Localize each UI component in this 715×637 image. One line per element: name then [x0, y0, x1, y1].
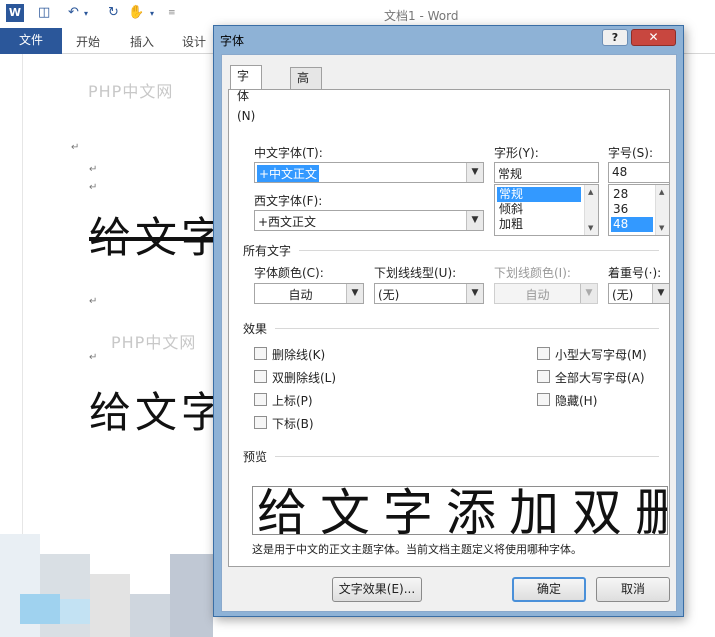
preview-description: 这是用于中文的正文主题字体。当前文档主题定义将使用哪种字体。	[252, 543, 582, 556]
quick-access-toolbar: W ◫ ↶ ▾ ↻ ✋ ▾ ≡ 文档1 - Word	[0, 0, 715, 28]
list-item[interactable]: 常规	[497, 187, 581, 202]
blurred-region	[170, 554, 213, 637]
tab-insert[interactable]: 插入	[130, 33, 154, 50]
cancel-button[interactable]: 取消	[596, 577, 670, 602]
emphasis-mark-label: 着重号(·):	[608, 266, 662, 280]
western-font-value: +西文正文	[258, 215, 317, 229]
underline-color-value: 自动	[525, 288, 550, 302]
paragraph-mark: ↵	[89, 164, 98, 175]
emphasis-mark-value: (无)	[612, 288, 634, 302]
help-button[interactable]: ?	[602, 29, 628, 46]
ok-button[interactable]: 确定	[512, 577, 586, 602]
tab-font[interactable]: 字体(N)	[230, 65, 263, 123]
touch-mode-icon[interactable]: ✋	[128, 5, 144, 20]
paragraph-mark: ↵	[89, 296, 98, 307]
touch-dropdown-icon[interactable]: ▾	[150, 9, 154, 18]
undo-icon[interactable]: ↶	[68, 5, 79, 20]
font-size-label: 字号(S):	[608, 146, 654, 160]
font-style-label: 字形(Y):	[494, 146, 539, 160]
western-font-select[interactable]: +西文正文 ▼	[254, 210, 484, 231]
western-font-label: 西文字体(F):	[254, 194, 323, 208]
paragraph-mark: ↵	[71, 142, 80, 153]
font-dialog: 字体 ? ✕ 字体(N) 高级(V) 中文字体(T): +中文正文 ▼ 字形(Y…	[213, 25, 684, 617]
scroll-up-icon: ▲	[588, 188, 594, 196]
list-item[interactable]: 加粗	[497, 217, 525, 232]
font-size-input[interactable]: 48	[608, 162, 670, 183]
save-icon[interactable]: ◫	[38, 5, 50, 20]
chinese-font-label: 中文字体(T):	[254, 146, 323, 160]
dialog-body: 字体(N) 高级(V) 中文字体(T): +中文正文 ▼ 字形(Y): 常规 常…	[221, 54, 677, 612]
font-style-list[interactable]: 常规 倾斜 加粗 ▲ ▼	[494, 184, 599, 236]
list-item[interactable]: 倾斜	[497, 202, 525, 217]
tab-home[interactable]: 开始	[76, 33, 100, 50]
font-color-value: 自动	[288, 288, 313, 302]
blurred-region	[90, 574, 130, 637]
redo-icon[interactable]: ↻	[108, 5, 119, 20]
blurred-region	[130, 594, 170, 637]
scroll-down-icon: ▼	[659, 224, 665, 232]
word-logo-icon: W	[6, 4, 24, 22]
list-item[interactable]: 28	[611, 187, 630, 202]
underline-color-select: 自动 ▼	[494, 283, 598, 304]
window-title: 文档1 - Word	[384, 9, 459, 23]
font-color-select[interactable]: 自动 ▼	[254, 283, 364, 304]
emphasis-mark-select[interactable]: (无) ▼	[608, 283, 670, 304]
effects-section-label: 效果	[243, 322, 268, 336]
preview-text: 给文字添加双删	[257, 486, 668, 535]
tab-file[interactable]: 文件	[0, 28, 62, 54]
document-text-line-1: 给文字	[89, 213, 228, 262]
underline-color-label: 下划线颜色(I):	[494, 266, 571, 280]
chinese-font-value: +中文正文	[257, 165, 320, 182]
chevron-down-icon: ▼	[580, 284, 597, 303]
divider	[299, 250, 659, 251]
watermark-text: PHP中文网	[111, 333, 197, 352]
all-text-section-label: 所有文字	[243, 244, 292, 258]
underline-style-value: (无)	[378, 288, 400, 302]
list-item[interactable]: 48	[611, 217, 653, 232]
divider	[275, 328, 659, 329]
watermark-text: PHP中文网	[88, 82, 174, 101]
paragraph-mark: ↵	[89, 352, 98, 363]
blurred-region	[60, 599, 90, 624]
font-color-label: 字体颜色(C):	[254, 266, 324, 280]
customize-qat-icon[interactable]: ≡	[168, 8, 176, 18]
document-text-line-2: 给文字	[89, 388, 228, 437]
chevron-down-icon[interactable]: ▼	[346, 284, 363, 303]
font-size-list[interactable]: 28 36 48 ▲ ▼	[608, 184, 670, 236]
font-tab-panel: 中文字体(T): +中文正文 ▼ 字形(Y): 常规 常规 倾斜 加粗 ▲ ▼ …	[228, 89, 670, 567]
preview-section-label: 预览	[243, 450, 268, 464]
chinese-font-select[interactable]: +中文正文 ▼	[254, 162, 484, 183]
undo-dropdown-icon[interactable]: ▾	[84, 9, 88, 18]
dialog-title: 字体	[220, 34, 245, 48]
close-button[interactable]: ✕	[631, 29, 676, 46]
tab-advanced[interactable]: 高级(V)	[290, 67, 322, 125]
scrollbar[interactable]: ▲ ▼	[655, 185, 669, 235]
blurred-region	[20, 594, 60, 624]
scroll-down-icon: ▼	[588, 224, 594, 232]
divider	[275, 456, 659, 457]
scrollbar[interactable]: ▲ ▼	[584, 185, 598, 235]
chevron-down-icon[interactable]: ▼	[652, 284, 669, 303]
paragraph-mark: ↵	[89, 182, 98, 193]
font-preview-box: 给文字添加双删	[252, 486, 668, 535]
text-effects-button[interactable]: 文字效果(E)...	[332, 577, 422, 602]
chevron-down-icon[interactable]: ▼	[466, 284, 483, 303]
chevron-down-icon[interactable]: ▼	[466, 163, 483, 182]
scroll-up-icon: ▲	[659, 188, 665, 196]
underline-style-label: 下划线线型(U):	[374, 266, 457, 280]
font-style-input[interactable]: 常规	[494, 162, 599, 183]
tab-design[interactable]: 设计	[182, 33, 206, 50]
underline-style-select[interactable]: (无) ▼	[374, 283, 484, 304]
list-item[interactable]: 36	[611, 202, 630, 217]
chevron-down-icon[interactable]: ▼	[466, 211, 483, 230]
